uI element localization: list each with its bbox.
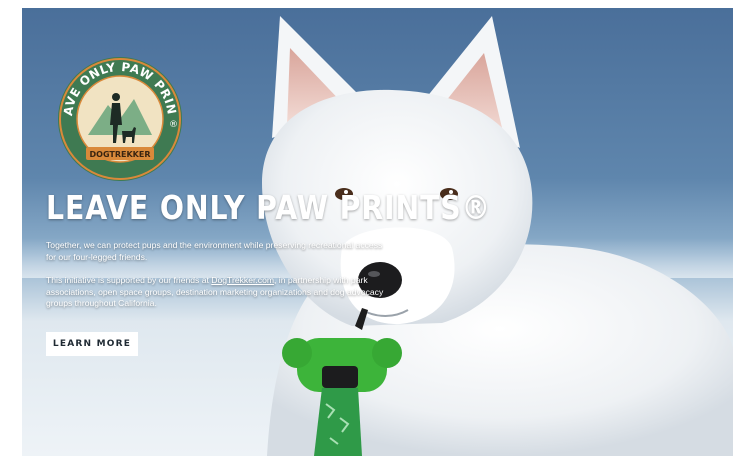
learn-more-button[interactable]: LEARN MORE xyxy=(46,332,138,356)
hero-banner: DOGTREKKER LEAVE ONLY PAW PRINTS ® LEAVE… xyxy=(22,8,733,456)
page-title: LEAVE ONLY PAW PRINTS® xyxy=(46,188,491,227)
leave-only-paw-prints-logo: DOGTREKKER LEAVE ONLY PAW PRINTS ® xyxy=(56,55,182,181)
dogtrekker-link[interactable]: DogTrekker.com xyxy=(211,275,274,285)
logo-registered-mark: ® xyxy=(169,120,178,130)
logo-banner-text: DOGTREKKER xyxy=(90,150,151,159)
partnership-paragraph: This initiative is supported by our frie… xyxy=(46,275,386,310)
partnership-text-before: This initiative is supported by our frie… xyxy=(46,275,212,285)
intro-paragraph: Together, we can protect pups and the en… xyxy=(46,240,383,262)
